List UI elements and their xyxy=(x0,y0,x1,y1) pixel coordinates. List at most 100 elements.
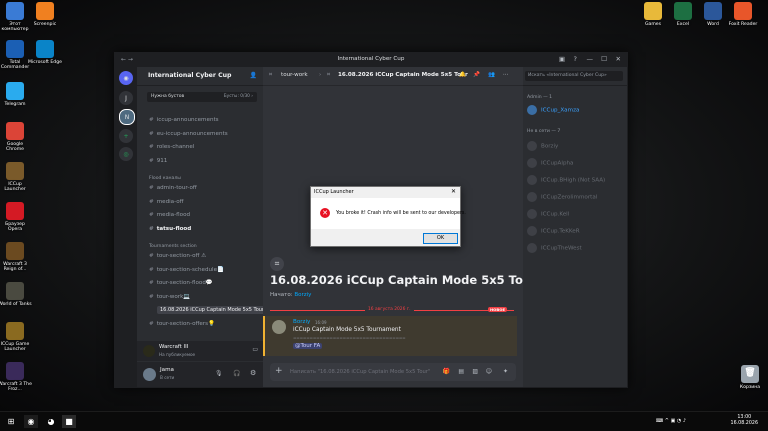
hash-icon: # xyxy=(149,117,154,123)
system-clock[interactable]: 13:00 16.08.2026 xyxy=(731,415,758,427)
chrome-taskbar-icon[interactable]: ◉ xyxy=(24,415,38,428)
author-avatar[interactable] xyxy=(272,320,286,334)
member-avatar xyxy=(527,243,537,253)
emoji-icon[interactable]: ☺ xyxy=(486,368,492,375)
desktop-shortcut[interactable]: Microsoft Edge xyxy=(28,40,62,65)
member-list-icon[interactable]: 👥 xyxy=(488,72,495,78)
notification-bell-icon[interactable]: 🔔 xyxy=(459,72,466,78)
desktop-shortcut[interactable]: Foxit Reader xyxy=(726,2,760,27)
start-button[interactable]: ⊞ xyxy=(4,415,18,428)
hash-icon: # xyxy=(149,253,154,259)
channel-item[interactable]: # tatsu-flood xyxy=(149,226,191,232)
role-mention[interactable]: @Tour FA xyxy=(293,343,323,349)
app-taskbar-icon[interactable]: ■ xyxy=(62,415,76,428)
screen-share-icon[interactable]: ▭ xyxy=(252,346,258,353)
add-member-icon[interactable]: 👤 xyxy=(250,72,257,79)
gift-icon[interactable]: 🎁 xyxy=(443,368,450,375)
desktop-shortcut[interactable]: Screenpic xyxy=(28,2,62,27)
server-header[interactable]: International Cyber Cup 👤 xyxy=(137,67,263,86)
member-admin[interactable]: ICCup_Xamza xyxy=(527,105,579,115)
server-list: ◉ J N + ◎ xyxy=(115,67,137,387)
attach-plus-icon[interactable]: + xyxy=(275,366,283,376)
active-thread-item[interactable]: 16.08.2026 iCCup Captain Mode 5x5 Tour xyxy=(157,306,268,314)
boost-bar[interactable]: Нужна бустов Бусты: 0/30 › xyxy=(147,92,257,102)
recycle-bin[interactable]: 🗑 Корзина xyxy=(733,365,767,390)
explore-icon[interactable]: ◎ xyxy=(119,147,133,161)
desktop-shortcut[interactable]: ICCup Launcher xyxy=(0,162,32,193)
chat-header: ⌗ tour-work › ⌗ 16.08.2026 iCCup Captain… xyxy=(263,67,523,86)
tray-icons[interactable]: ⌨ ^ ▣ ◔ ♪ xyxy=(656,418,686,424)
search-input[interactable]: Искать «International Cyber Cup» xyxy=(525,71,623,81)
headphones-icon[interactable]: 🎧 xyxy=(233,370,240,377)
add-server-icon[interactable]: + xyxy=(119,129,133,143)
channel-item[interactable]: # admin-tour-off xyxy=(149,185,197,191)
channel-item[interactable]: # tour-section-off ⚠ xyxy=(149,253,206,259)
member-item[interactable]: ICCup.Kell xyxy=(527,209,569,219)
message-author[interactable]: Borziy xyxy=(293,319,310,325)
pin-icon[interactable]: 📌 xyxy=(473,72,480,78)
channel-item[interactable]: # tour-work💻 xyxy=(149,294,190,300)
desktop-shortcut[interactable]: Telegram xyxy=(0,82,32,107)
user-avatar[interactable] xyxy=(143,368,156,381)
desktop-shortcut[interactable]: Warcraft 3 The Froz... xyxy=(0,362,32,393)
help-icon[interactable]: ? xyxy=(574,55,577,63)
desktop-shortcut[interactable]: Excel xyxy=(666,2,700,27)
dialog-close-button[interactable]: ✕ xyxy=(451,188,456,195)
started-user-link[interactable]: Borziy xyxy=(294,292,311,298)
gif-icon[interactable]: ▤ xyxy=(458,368,464,375)
member-item[interactable]: ICCup.BHigh (Not SAA) xyxy=(527,175,605,185)
desktop-shortcut-label: Telegram xyxy=(4,102,26,107)
message-input[interactable]: + Написать "16.08.2026 iCCup Captain Mod… xyxy=(270,363,516,381)
desktop-shortcut[interactable]: World of Tanks xyxy=(0,282,32,307)
close-button[interactable]: ✕ xyxy=(616,55,621,63)
microphone-icon[interactable]: 🎙 xyxy=(215,370,223,377)
desktop-shortcut[interactable]: Games xyxy=(636,2,670,27)
user-status: В сети xyxy=(160,375,175,380)
discord-taskbar-icon[interactable]: ◕ xyxy=(44,415,58,428)
server-j[interactable]: J xyxy=(119,91,133,105)
channel-item[interactable]: # tour-section-schedule📄 xyxy=(149,267,224,273)
threads-icon[interactable]: ⌗ xyxy=(445,72,448,79)
desktop-shortcut[interactable]: Warcraft 3 Reign of... xyxy=(0,242,32,273)
channel-item[interactable]: #911 xyxy=(149,158,167,164)
channel-item[interactable]: # roles-channel xyxy=(149,144,194,150)
message-line-2: ================================== xyxy=(293,335,406,340)
channel-item[interactable]: # tour-section-offers💡 xyxy=(149,321,215,327)
maximize-button[interactable]: ☐ xyxy=(601,55,607,63)
member-item[interactable]: ICCupTheWest xyxy=(527,243,582,253)
desktop-shortcut[interactable]: Google Chrome xyxy=(0,122,32,153)
settings-gear-icon[interactable]: ⚙ xyxy=(250,369,256,377)
channel-name: tour-section-off ⚠ xyxy=(156,253,207,259)
channel-item[interactable]: # eu-iccup-announcements xyxy=(149,131,228,137)
channel-category[interactable]: Flood каналы xyxy=(149,176,181,181)
thread-icon: ⌗ xyxy=(269,72,273,78)
channel-item[interactable]: # tour-section-flood💬 xyxy=(149,280,213,286)
apps-icon[interactable]: ✦ xyxy=(503,368,508,375)
server-iccup[interactable]: N xyxy=(119,109,135,125)
more-icon[interactable]: ⋯ xyxy=(503,72,509,78)
parent-channel-link[interactable]: tour-work xyxy=(281,72,308,78)
member-item[interactable]: Borziy xyxy=(527,141,558,151)
member-item[interactable]: ICCupAlpha xyxy=(527,158,573,168)
member-item[interactable]: ICCup.TeKKeR xyxy=(527,226,580,236)
ok-button[interactable]: OK xyxy=(423,233,458,244)
message[interactable]: Borziy 16:09 iCCup Captain Mode 5x5 Tour… xyxy=(263,316,517,356)
inbox-icon[interactable]: ▣ xyxy=(559,55,565,63)
member-item[interactable]: ICCupZerolimmortal xyxy=(527,192,597,202)
member-name: ICCupTheWest xyxy=(541,245,582,252)
channel-category[interactable]: Tournaments section xyxy=(149,244,197,249)
activity-sub: На публикуемое xyxy=(159,352,196,357)
desktop-shortcut[interactable]: Браузер Opera xyxy=(0,202,32,233)
channel-item[interactable]: # media-off xyxy=(149,199,184,205)
sticker-icon[interactable]: ▨ xyxy=(472,368,478,375)
channel-item[interactable]: # media-flood xyxy=(149,212,190,218)
minimize-button[interactable]: — xyxy=(587,55,594,63)
desktop-shortcut-label: Foxit Reader xyxy=(728,22,758,27)
desktop-shortcut[interactable]: ICCup Game Launcher xyxy=(0,322,32,353)
member-name: Borziy xyxy=(541,143,559,150)
channel-name: media-off xyxy=(156,198,184,205)
desktop-shortcut-label: Microsoft Edge xyxy=(28,60,62,65)
desktop-shortcut[interactable]: Word xyxy=(696,2,730,27)
channel-item[interactable]: # iccup-announcements xyxy=(149,117,219,123)
discord-home-icon[interactable]: ◉ xyxy=(119,71,133,85)
